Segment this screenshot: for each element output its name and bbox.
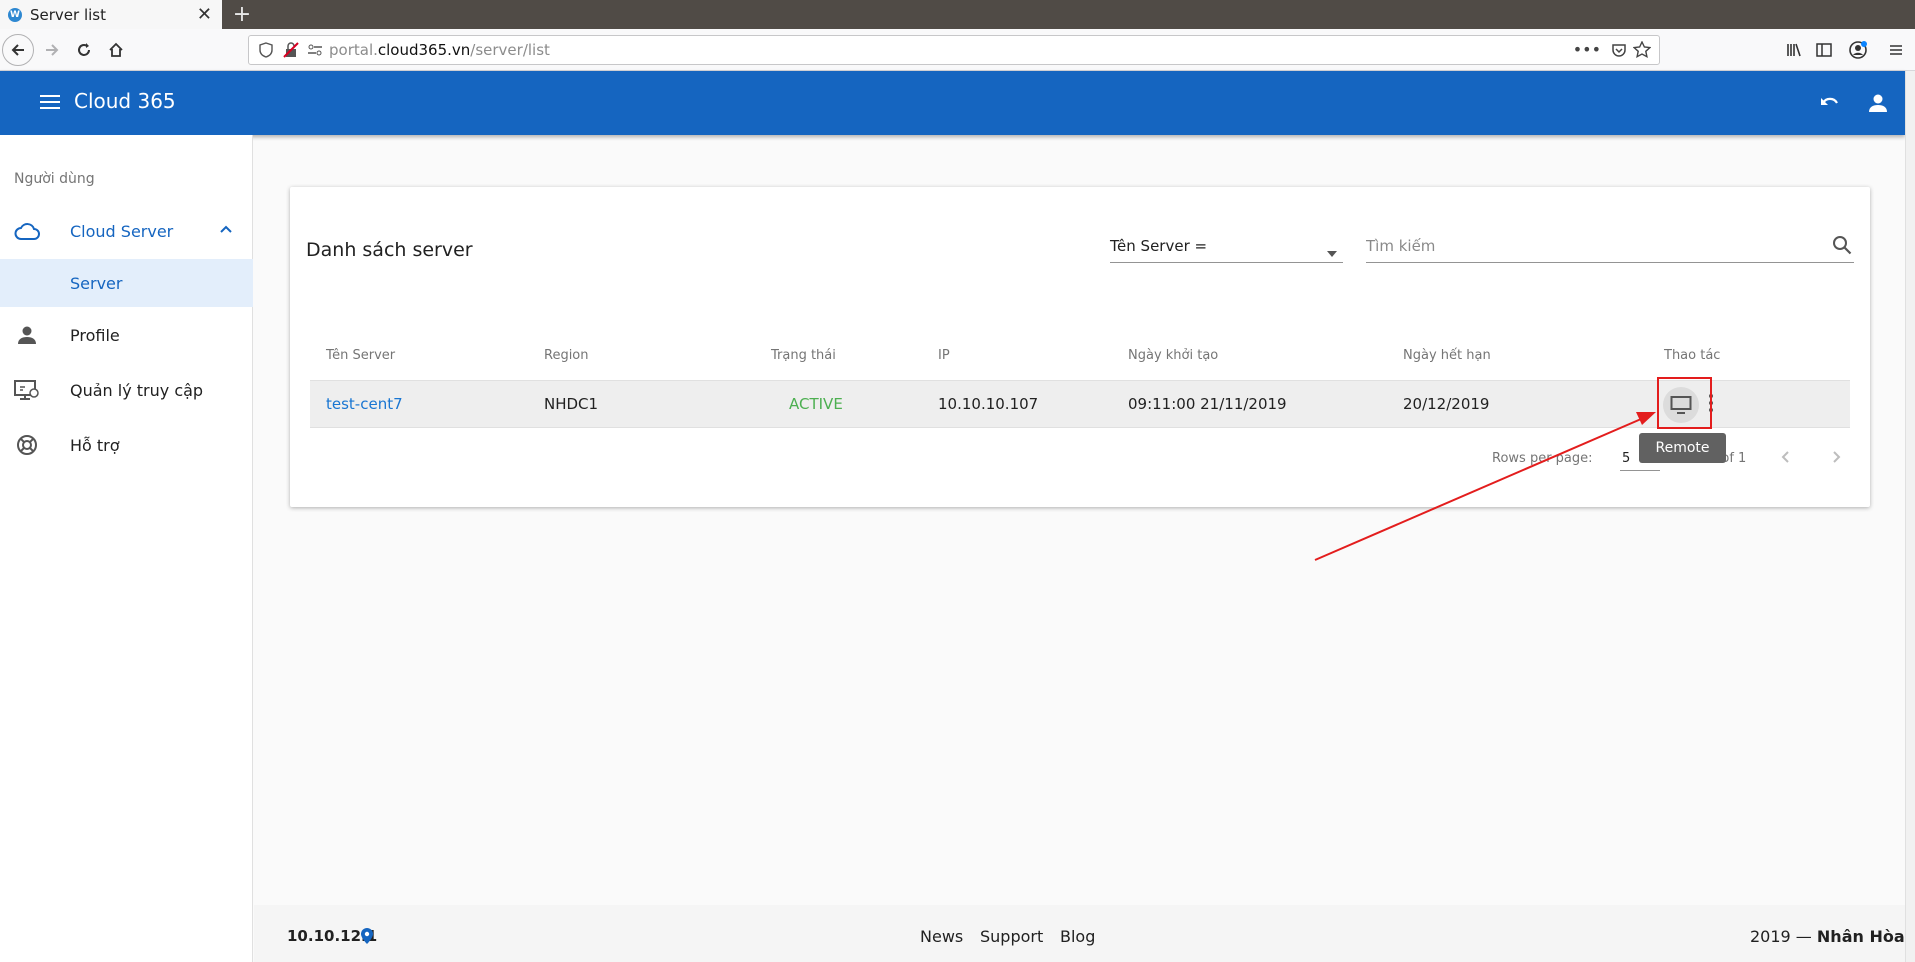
footer-link-news[interactable]: News: [920, 927, 963, 946]
footer-link-blog[interactable]: Blog: [1060, 927, 1095, 946]
location-pin-icon: [360, 927, 374, 949]
annotation-arrow: [1314, 412, 1656, 561]
footer: 10.10.12.1 News Support Blog 2019 — Nhân…: [254, 905, 1905, 962]
footer-copyright: 2019 — Nhân Hòa: [1750, 927, 1905, 946]
footer-link-support[interactable]: Support: [980, 927, 1043, 946]
